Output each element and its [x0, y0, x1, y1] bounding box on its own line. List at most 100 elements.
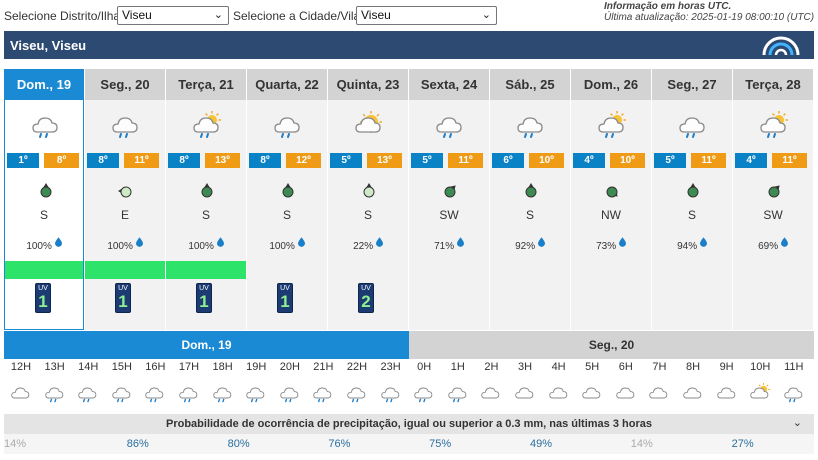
hour-label: 18H	[212, 361, 233, 373]
hour-label: 6H	[618, 361, 633, 373]
city-select[interactable]: Viseu ⌄	[356, 6, 497, 25]
probability-value: 92%	[515, 241, 536, 252]
cloud-icon	[480, 383, 502, 403]
wind-arrow-icon	[604, 183, 620, 199]
cloud-rain-icon	[279, 383, 301, 403]
cloud-rain-icon	[380, 383, 402, 403]
day-header[interactable]: Dom., 26	[571, 69, 651, 100]
day-column[interactable]: Quarta, 22 8º 12º S 100% UV 1	[247, 69, 327, 330]
precipitation-value: 76%	[328, 438, 351, 450]
precipitation-title: Probabilidade de ocorrência de precipita…	[166, 418, 652, 430]
day-column[interactable]: Seg., 20 8º 11º E 100% UV 1	[85, 69, 165, 330]
sun-cloud-icon	[749, 383, 771, 403]
wind-direction: E	[120, 208, 129, 222]
chevron-down-icon[interactable]: ⌄	[793, 416, 802, 429]
raindrop-icon	[699, 236, 707, 250]
day-column[interactable]: Sáb., 25 6º 10º S 92%	[490, 69, 570, 330]
cloud-rain-icon	[245, 383, 267, 403]
precipitation-value: 27%	[731, 438, 754, 450]
day-column[interactable]: Terça, 21 8º 13º S 100% UV 1	[166, 69, 246, 330]
day-header[interactable]: Sexta, 24	[409, 69, 489, 100]
min-temperature: 8º	[249, 153, 281, 168]
sun-cloud-icon	[354, 111, 384, 139]
day-header[interactable]: Dom., 19	[4, 69, 84, 100]
uv-label: UV	[118, 285, 128, 292]
wind-direction: S	[39, 208, 48, 222]
uv-label: UV	[199, 285, 209, 292]
chevron-down-icon: ⌄	[481, 9, 491, 21]
wind-arrow-icon	[523, 183, 539, 199]
day-header[interactable]: Quarta, 22	[247, 69, 327, 100]
day-header[interactable]: Quinta, 23	[328, 69, 408, 100]
probability-value: 100%	[269, 241, 295, 252]
hour-label: 12H	[10, 361, 32, 373]
precipitation-value: 86%	[126, 438, 149, 450]
warning-level-bar	[166, 261, 246, 279]
sun-cloud-rain-icon	[597, 111, 627, 139]
sun-cloud-rain-icon	[192, 111, 222, 139]
probability-value: 22%	[353, 241, 374, 252]
day-column[interactable]: Dom., 19 1º 8º S 100% UV 1	[4, 69, 84, 330]
max-temperature: 12º	[286, 153, 321, 168]
hourly-day-header-2[interactable]: Seg., 20	[409, 331, 814, 359]
hour-label: 3H	[517, 361, 533, 373]
wind-direction: SW	[439, 208, 459, 222]
probability-value: 94%	[677, 241, 698, 252]
cloud-rain-icon	[31, 111, 61, 139]
precipitation-probability: 100%	[247, 236, 327, 252]
raindrop-icon	[135, 236, 143, 250]
day-column[interactable]: Dom., 26 4º 10º NW 73%	[571, 69, 651, 330]
day-column[interactable]: Terça, 28 4º 11º SW 69%	[733, 69, 813, 330]
hour-label: 11H	[784, 361, 804, 373]
chevron-down-icon: ⌄	[213, 9, 223, 21]
cloud-icon	[514, 383, 536, 403]
precipitation-value: 14%	[630, 438, 653, 450]
cloud-rain-icon	[77, 383, 99, 403]
last-update: Última atualização: 2025-01-19 08:00:10 …	[604, 12, 815, 23]
day-column[interactable]: Sexta, 24 5º 11º SW 71%	[409, 69, 489, 330]
district-select-value: Viseu	[122, 8, 152, 22]
day-header[interactable]: Seg., 20	[85, 69, 165, 100]
day-header[interactable]: Terça, 28	[733, 69, 813, 100]
cloud-rain-icon	[178, 383, 200, 403]
raindrop-icon	[54, 236, 62, 250]
day-header[interactable]: Terça, 21	[166, 69, 246, 100]
precipitation-probability: 71%	[409, 236, 489, 252]
uv-index-badge: UV 2	[358, 283, 374, 313]
hourly-day-header-1[interactable]: Dom., 19	[4, 331, 409, 359]
raindrop-icon	[456, 236, 464, 250]
cloud-rain-icon	[783, 383, 805, 403]
max-temperature: 13º	[367, 153, 402, 168]
hour-label: 4H	[551, 361, 566, 373]
location-title: Viseu, Viseu	[10, 38, 87, 53]
day-column[interactable]: Quinta, 23 5º 13º S 22% UV 2	[328, 69, 408, 330]
cloud-rain-icon	[144, 383, 166, 403]
precipitation-probability: 73%	[571, 236, 651, 252]
max-temperature: 11º	[448, 153, 483, 168]
district-select[interactable]: Viseu ⌄	[117, 6, 229, 25]
uv-index-badge: UV 1	[115, 283, 131, 313]
uv-label: UV	[361, 285, 371, 292]
uv-index-badge: UV 1	[277, 283, 293, 313]
uv-label: UV	[38, 285, 48, 292]
min-temperature: 8º	[87, 153, 119, 168]
uv-value: 1	[38, 292, 48, 311]
min-temperature: 5º	[654, 153, 686, 168]
precipitation-probability: 100%	[85, 236, 165, 252]
cloud-rain-icon	[312, 383, 334, 403]
cloud-rain-icon	[678, 111, 708, 139]
cloud-rain-icon	[435, 111, 465, 139]
day-header[interactable]: Sáb., 25	[490, 69, 570, 100]
day-header[interactable]: Seg., 27	[652, 69, 732, 100]
wind-direction: NW	[601, 208, 621, 222]
hour-label: 19H	[246, 361, 267, 373]
cloud-rain-icon	[273, 111, 303, 139]
cloud-icon	[648, 383, 670, 403]
min-temperature: 4º	[735, 153, 767, 168]
min-temperature: 4º	[573, 153, 605, 168]
cloud-rain-icon	[516, 111, 546, 139]
probability-value: 73%	[596, 241, 617, 252]
wind-arrow-icon	[38, 183, 54, 199]
precipitation-probability-bar[interactable]: Probabilidade de ocorrência de precipita…	[4, 414, 814, 434]
day-column[interactable]: Seg., 27 5º 11º S 94%	[652, 69, 732, 330]
